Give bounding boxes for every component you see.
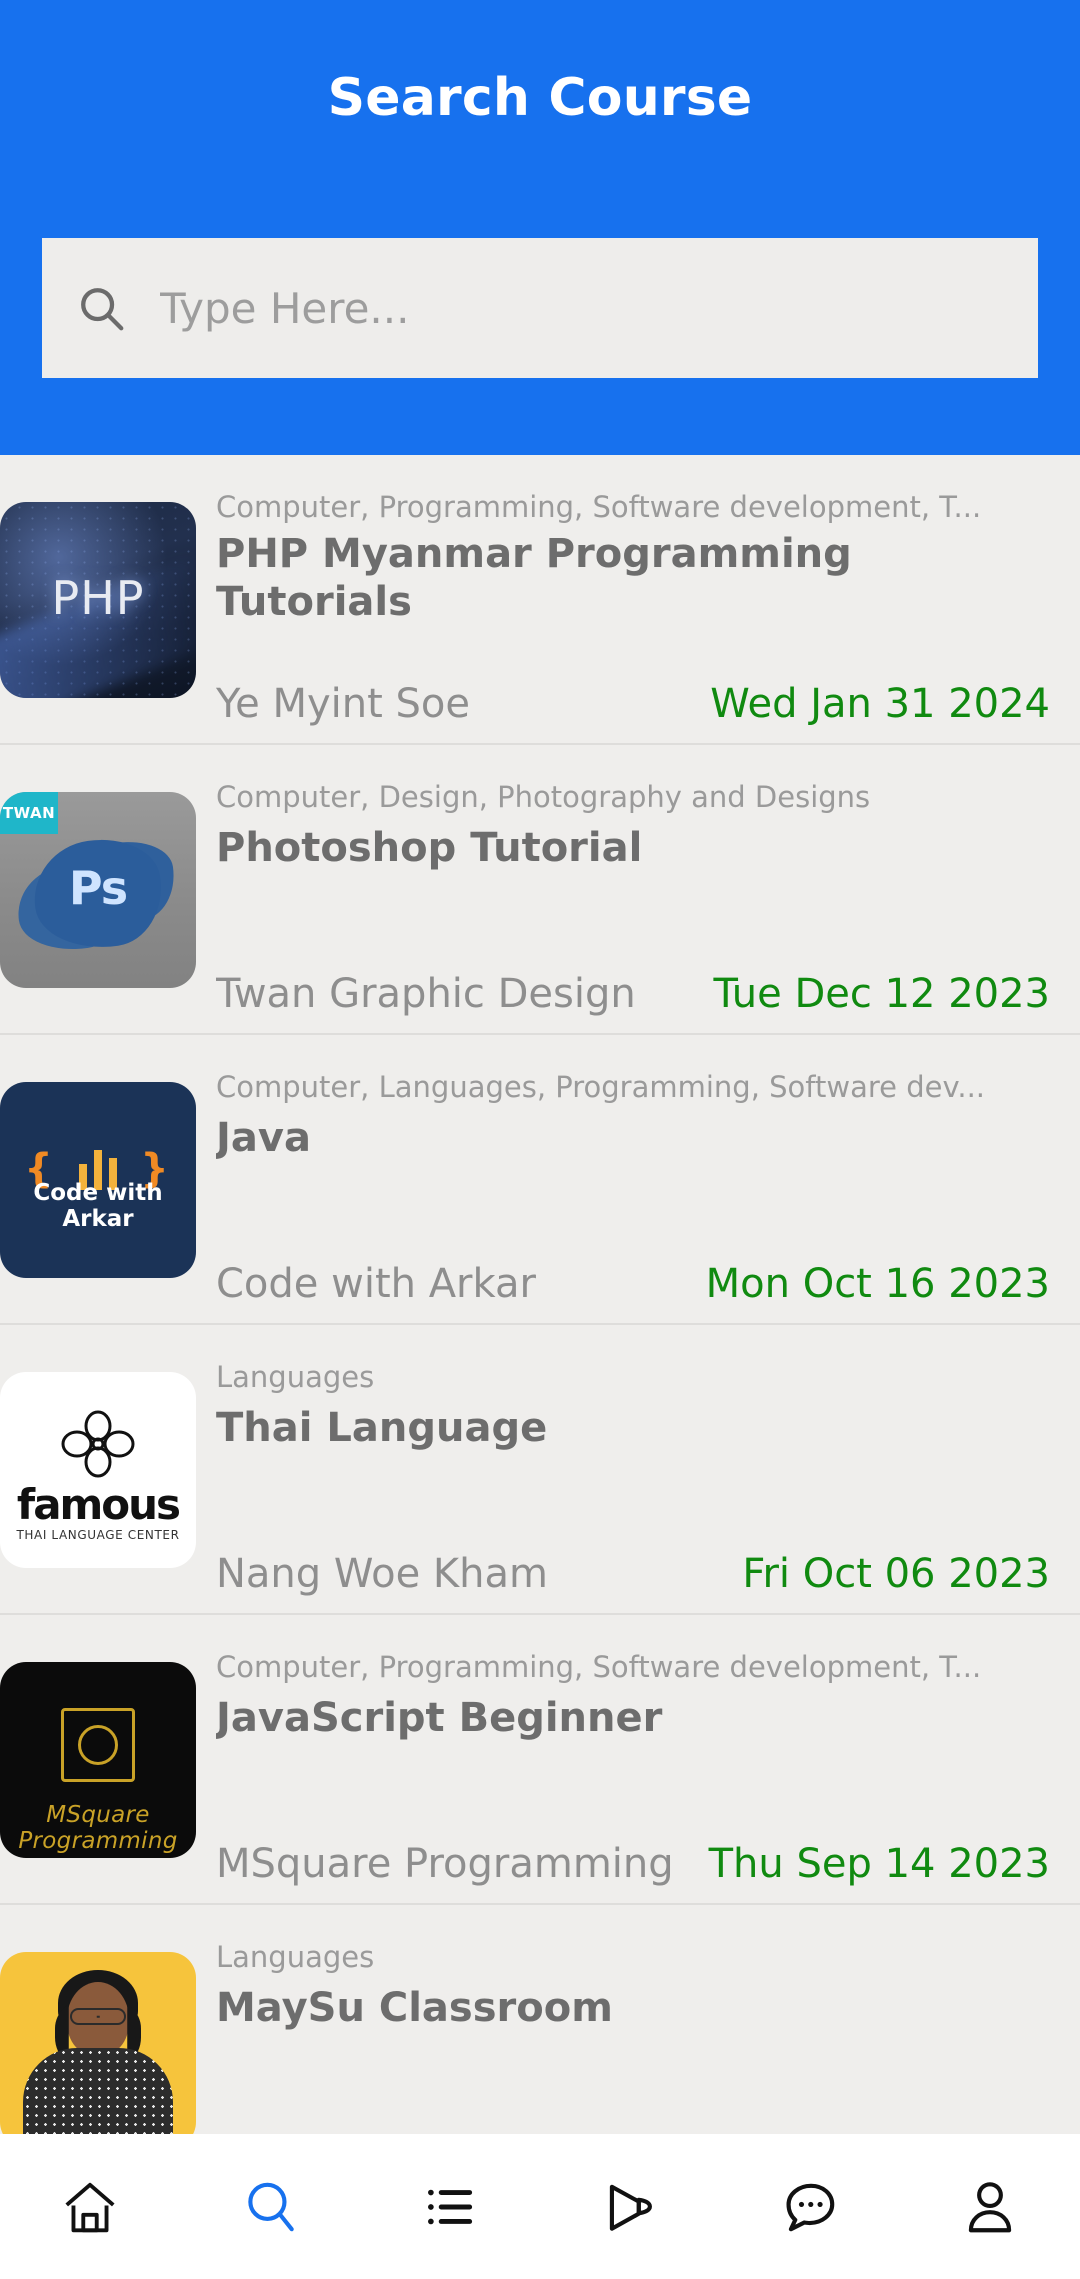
- flower-icon: [59, 1410, 137, 1484]
- course-byline: Code with Arkar Mon Oct 16 2023: [216, 1261, 1050, 1325]
- msquare-programming-thumbnail: MSquare Programming: [0, 1662, 196, 1858]
- course-details: Languages MaySu Classroom MaySu Classroo…: [196, 1905, 1080, 2135]
- course-author: Code with Arkar: [216, 1261, 536, 1307]
- course-byline: Twan Graphic Design Tue Dec 12 2023: [216, 971, 1050, 1035]
- list-icon: [419, 2176, 481, 2238]
- thumbnail-emblem: [61, 1708, 135, 1782]
- thumbnail-label: MSquare Programming: [18, 1802, 178, 1854]
- course-author: Twan Graphic Design: [216, 971, 636, 1017]
- home-icon: [59, 2176, 121, 2238]
- course-category: Languages: [216, 1361, 375, 1394]
- photoshop-course-thumbnail: TWAN Ps: [0, 792, 196, 988]
- course-author: MSquare Programming: [216, 1841, 674, 1887]
- thumbnail-label: Ps: [68, 860, 128, 915]
- app-root: Search Course PHP Computer,: [0, 0, 1080, 2279]
- course-category: Computer, Programming, Software developm…: [216, 491, 982, 524]
- chat-icon: [779, 2176, 841, 2238]
- maysu-classroom-thumbnail: [0, 1952, 196, 2135]
- course-list-item[interactable]: famous THAI LANGUAGE CENTER Languages Th…: [0, 1325, 1080, 1615]
- course-title: Java: [216, 1115, 311, 1162]
- course-title: JavaScript Beginner: [216, 1695, 663, 1742]
- search-icon: [239, 2176, 301, 2238]
- nav-item-list[interactable]: [360, 2134, 540, 2279]
- course-category: Languages: [216, 1941, 375, 1974]
- course-byline: MSquare Programming Thu Sep 14 2023: [216, 1841, 1050, 1905]
- course-title: PHP Myanmar Programming Tutorials: [216, 531, 852, 625]
- page-title: Search Course: [327, 68, 753, 128]
- course-thumbnail: { } Code with Arkar: [0, 1035, 196, 1325]
- course-details: Computer, Programming, Software developm…: [196, 1615, 1080, 1905]
- avatar-body: [23, 2048, 173, 2135]
- course-author: Nang Woe Kham: [216, 1551, 548, 1597]
- thumbnail-label: famous: [16, 1480, 181, 1529]
- thumbnail-label: PHP: [51, 570, 145, 625]
- famous-thai-language-center-thumbnail: famous THAI LANGUAGE CENTER: [0, 1372, 196, 1568]
- search-input[interactable]: [160, 238, 1038, 378]
- course-details: Languages Thai Language Nang Woe Kham Fr…: [196, 1325, 1080, 1615]
- person-icon: [959, 2176, 1021, 2238]
- course-list-item[interactable]: PHP Computer, Programming, Software deve…: [0, 455, 1080, 745]
- nav-item-home[interactable]: [0, 2134, 180, 2279]
- course-details: Computer, Languages, Programming, Softwa…: [196, 1035, 1080, 1325]
- course-thumbnail: MSquare Programming: [0, 1615, 196, 1905]
- course-date: Wed Jan 31 2024: [710, 681, 1050, 727]
- page-header: Search Course: [0, 0, 1080, 455]
- course-category: Computer, Programming, Software developm…: [216, 1651, 982, 1684]
- course-category: Computer, Design, Photography and Design…: [216, 781, 871, 814]
- search-bar[interactable]: [42, 238, 1038, 378]
- nav-item-search[interactable]: [180, 2134, 360, 2279]
- avatar-glasses: [70, 2008, 126, 2025]
- course-thumbnail: PHP: [0, 455, 196, 745]
- thumbnail-label: Code with Arkar: [33, 1180, 163, 1232]
- course-byline: Ye Myint Soe Wed Jan 31 2024: [216, 681, 1050, 745]
- course-list-item[interactable]: { } Code with Arkar Computer, Languages,…: [0, 1035, 1080, 1325]
- course-list-item[interactable]: MSquare Programming Computer, Programmin…: [0, 1615, 1080, 1905]
- thumbnail-subtitle: THAI LANGUAGE CENTER: [16, 1528, 180, 1542]
- course-title: MaySu Classroom: [216, 1985, 613, 2032]
- php-course-thumbnail: PHP: [0, 502, 196, 698]
- course-date: Thu Sep 14 2023: [708, 1841, 1050, 1887]
- bottom-navigation: [0, 2134, 1080, 2279]
- course-title: Photoshop Tutorial: [216, 825, 643, 872]
- course-byline: Nang Woe Kham Fri Oct 06 2023: [216, 1551, 1050, 1615]
- course-thumbnail: famous THAI LANGUAGE CENTER: [0, 1325, 196, 1615]
- nav-item-messages[interactable]: [720, 2134, 900, 2279]
- course-list-item[interactable]: Languages MaySu Classroom MaySu Classroo…: [0, 1905, 1080, 2135]
- course-details: Computer, Programming, Software developm…: [196, 455, 1080, 745]
- course-thumbnail: [0, 1905, 196, 2135]
- course-date: Mon Oct 16 2023: [705, 1261, 1050, 1307]
- search-icon: [42, 238, 160, 378]
- course-list[interactable]: PHP Computer, Programming, Software deve…: [0, 455, 1080, 2135]
- course-title: Thai Language: [216, 1405, 548, 1452]
- course-author: Ye Myint Soe: [216, 681, 470, 727]
- course-details: Computer, Design, Photography and Design…: [196, 745, 1080, 1035]
- megaphone-icon: [599, 2176, 661, 2238]
- nav-item-announcements[interactable]: [540, 2134, 720, 2279]
- course-date: Tue Dec 12 2023: [713, 971, 1050, 1017]
- java-course-thumbnail: { } Code with Arkar: [0, 1082, 196, 1278]
- course-list-item[interactable]: TWAN Ps Computer, Design, Photography an…: [0, 745, 1080, 1035]
- thumbnail-badge: TWAN: [0, 792, 58, 834]
- nav-item-profile[interactable]: [900, 2134, 1080, 2279]
- course-thumbnail: TWAN Ps: [0, 745, 196, 1035]
- course-date: Fri Oct 06 2023: [742, 1551, 1050, 1597]
- course-category: Computer, Languages, Programming, Softwa…: [216, 1071, 986, 1104]
